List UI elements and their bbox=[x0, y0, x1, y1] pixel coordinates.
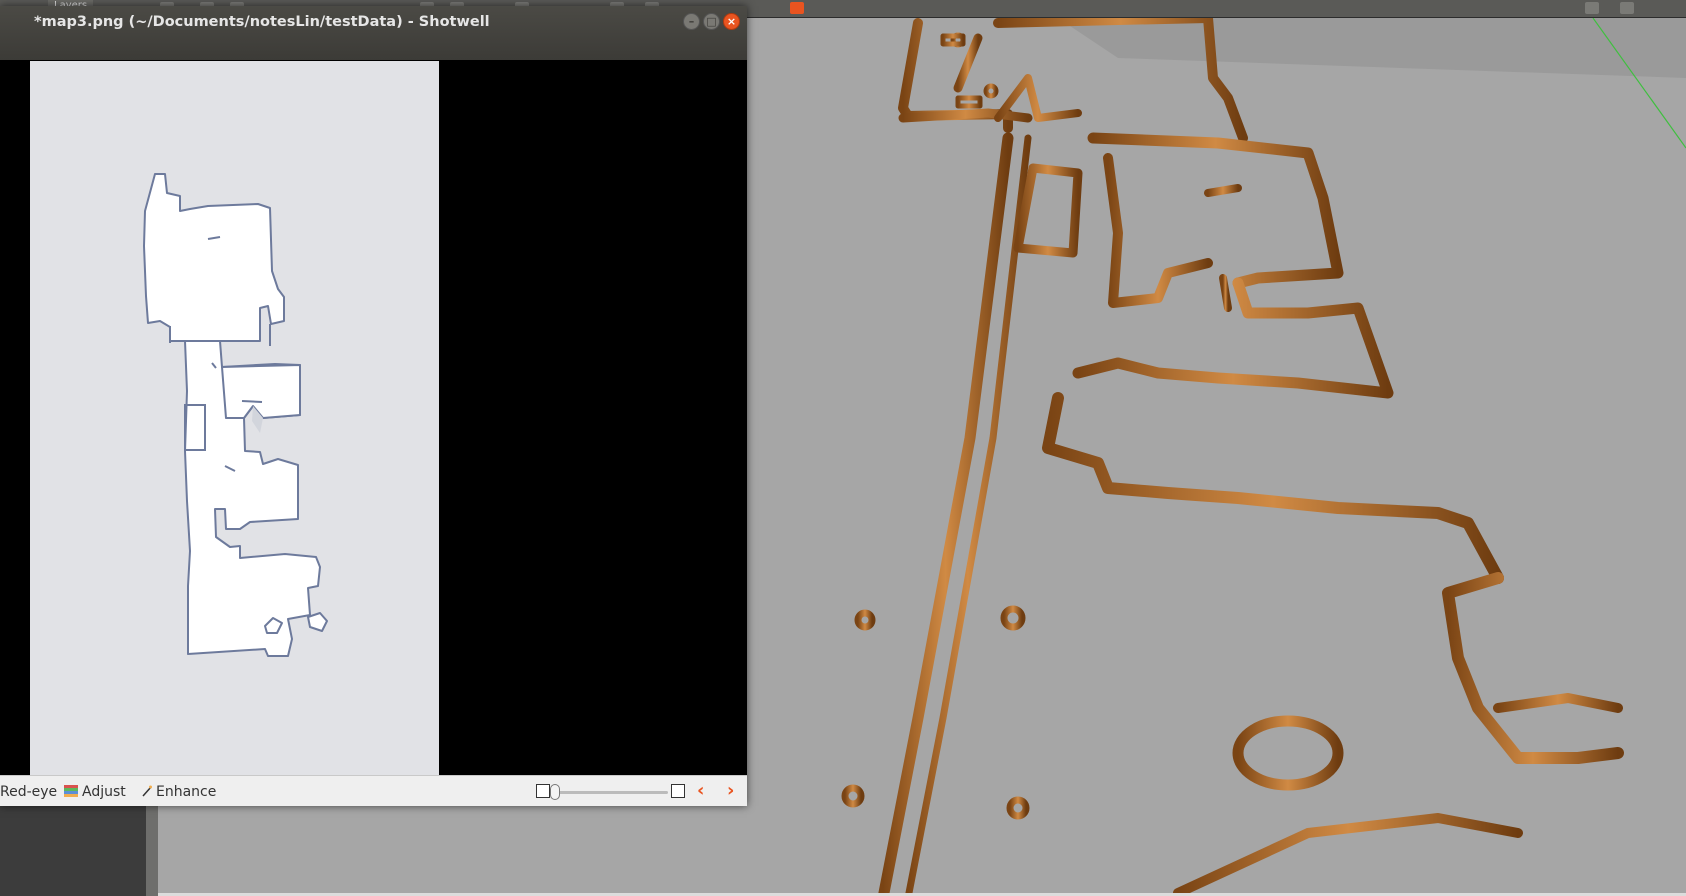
close-icon[interactable]: × bbox=[723, 13, 740, 30]
adjust-button[interactable]: Adjust bbox=[64, 784, 126, 800]
shotwell-window: *map3.png (~/Documents/notesLin/testData… bbox=[0, 6, 747, 806]
floor-tile bbox=[1058, 18, 1686, 78]
adjust-label: Adjust bbox=[82, 784, 126, 800]
enhance-icon bbox=[142, 785, 152, 797]
zoom-slider-track[interactable] bbox=[554, 791, 668, 794]
screenshot-icon[interactable] bbox=[1585, 2, 1599, 14]
zoom-in-photo-icon[interactable] bbox=[671, 784, 685, 798]
occupancy-map bbox=[143, 173, 328, 657]
photo-viewer[interactable] bbox=[0, 61, 747, 775]
next-photo-button[interactable]: › bbox=[727, 780, 734, 801]
map-image bbox=[30, 61, 439, 775]
red-eye-label: Red-eye bbox=[0, 784, 58, 800]
red-eye-button[interactable]: Red-eye bbox=[0, 784, 57, 800]
editing-toolbar: Red-eye Adjust Enhance ‹ › bbox=[0, 775, 747, 806]
color-picker-icon[interactable] bbox=[790, 2, 804, 14]
window-titlebar[interactable]: *map3.png (~/Documents/notesLin/testData… bbox=[0, 6, 747, 60]
record-icon[interactable] bbox=[1620, 2, 1634, 14]
enhance-button[interactable]: Enhance bbox=[142, 784, 216, 800]
previous-photo-button[interactable]: ‹ bbox=[697, 780, 704, 801]
maximize-icon[interactable]: □ bbox=[703, 13, 720, 30]
zoom-slider-handle[interactable] bbox=[550, 784, 560, 800]
window-title: *map3.png (~/Documents/notesLin/testData… bbox=[34, 14, 490, 30]
adjust-icon bbox=[64, 785, 78, 797]
map-walls-3d bbox=[841, 18, 1624, 893]
enhance-label: Enhance bbox=[156, 784, 217, 800]
zoom-out-photo-icon[interactable] bbox=[536, 784, 550, 798]
minimize-icon[interactable]: – bbox=[683, 13, 700, 30]
